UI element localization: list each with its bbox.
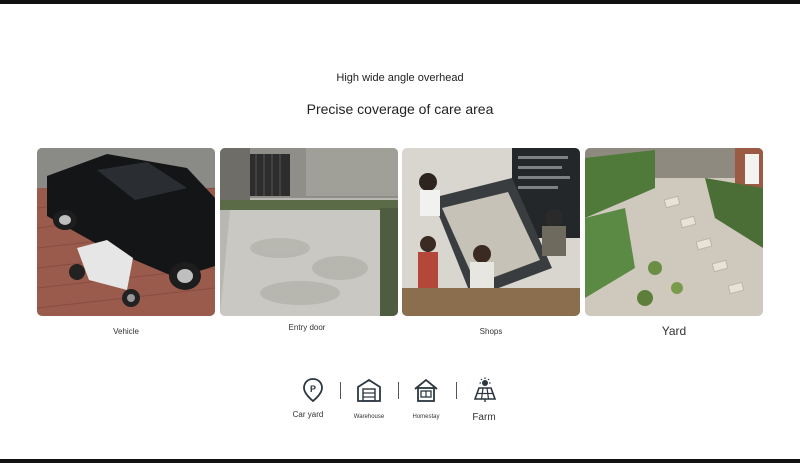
- separator: [398, 382, 399, 399]
- entry-door-photo: [220, 148, 398, 316]
- homestay-icon: [413, 377, 439, 403]
- shops-photo: [402, 148, 580, 316]
- shops-caption: Shops: [479, 327, 503, 336]
- warehouse-icon: [356, 377, 382, 403]
- top-border: [0, 0, 800, 4]
- vehicle-caption: Vehicle: [113, 327, 139, 336]
- bottom-border: [0, 459, 800, 463]
- homestay-label: Homestay: [412, 414, 440, 420]
- parking-pin-icon: P: [300, 377, 326, 403]
- separator: [340, 382, 341, 399]
- vehicle-photo: [37, 148, 215, 316]
- solar-farm-icon: [472, 377, 498, 403]
- subtitle: High wide angle overhead: [336, 72, 464, 84]
- farm-label: Farm: [472, 412, 496, 423]
- yard-photo: [585, 148, 763, 316]
- car-yard-label: Car yard: [292, 410, 324, 419]
- svg-text:P: P: [310, 384, 316, 394]
- entry-door-caption: Entry door: [288, 323, 326, 332]
- separator: [456, 382, 457, 399]
- warehouse-label: Warehouse: [353, 414, 385, 420]
- yard-caption: Yard: [661, 324, 687, 338]
- section-title: Precise coverage of care area: [306, 101, 494, 117]
